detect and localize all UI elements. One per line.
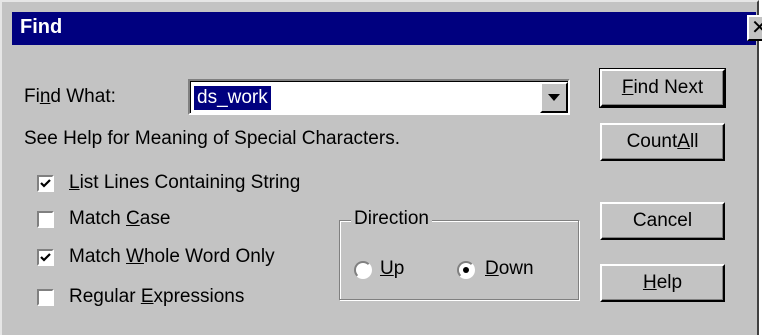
list-lines-checkbox[interactable] xyxy=(37,175,54,192)
whole-word-checkbox[interactable] xyxy=(37,249,54,266)
close-button[interactable]: ✕ xyxy=(747,15,762,41)
count-all-button[interactable]: Count All xyxy=(600,123,725,161)
direction-up-radio[interactable] xyxy=(354,261,372,279)
find-what-label: Find What: xyxy=(24,86,116,107)
direction-down-label[interactable]: Down xyxy=(485,258,534,280)
close-icon: ✕ xyxy=(751,17,762,39)
help-button[interactable]: Help xyxy=(600,264,725,302)
direction-up-label[interactable]: Up xyxy=(380,258,404,280)
checkmark-icon xyxy=(40,253,51,262)
direction-title: Direction xyxy=(351,208,432,230)
direction-group: Direction Up Down xyxy=(339,208,579,300)
cancel-button[interactable]: Cancel xyxy=(600,202,725,240)
radio-selected-dot xyxy=(463,267,469,273)
dropdown-arrow-button[interactable] xyxy=(540,82,568,113)
find-dialog: Find ✕ Find What: ds_work See Help for M… xyxy=(0,0,762,335)
regex-checkbox[interactable] xyxy=(37,289,54,306)
match-case-label[interactable]: Match Case xyxy=(69,208,170,230)
match-case-checkbox[interactable] xyxy=(37,211,54,228)
find-next-button[interactable]: Find Next xyxy=(599,68,726,108)
window-title: Find xyxy=(20,16,63,38)
regex-label[interactable]: Regular Expressions xyxy=(69,286,244,308)
direction-down-radio[interactable] xyxy=(457,261,475,279)
find-what-input[interactable]: ds_work xyxy=(194,86,271,110)
list-lines-label[interactable]: List Lines Containing String xyxy=(69,172,300,194)
checkmark-icon xyxy=(40,179,51,188)
help-hint-text: See Help for Meaning of Special Characte… xyxy=(24,128,400,149)
find-what-combobox[interactable]: ds_work xyxy=(188,79,570,115)
title-bar[interactable]: Find ✕ xyxy=(12,12,762,45)
whole-word-label[interactable]: Match Whole Word Only xyxy=(69,246,275,268)
